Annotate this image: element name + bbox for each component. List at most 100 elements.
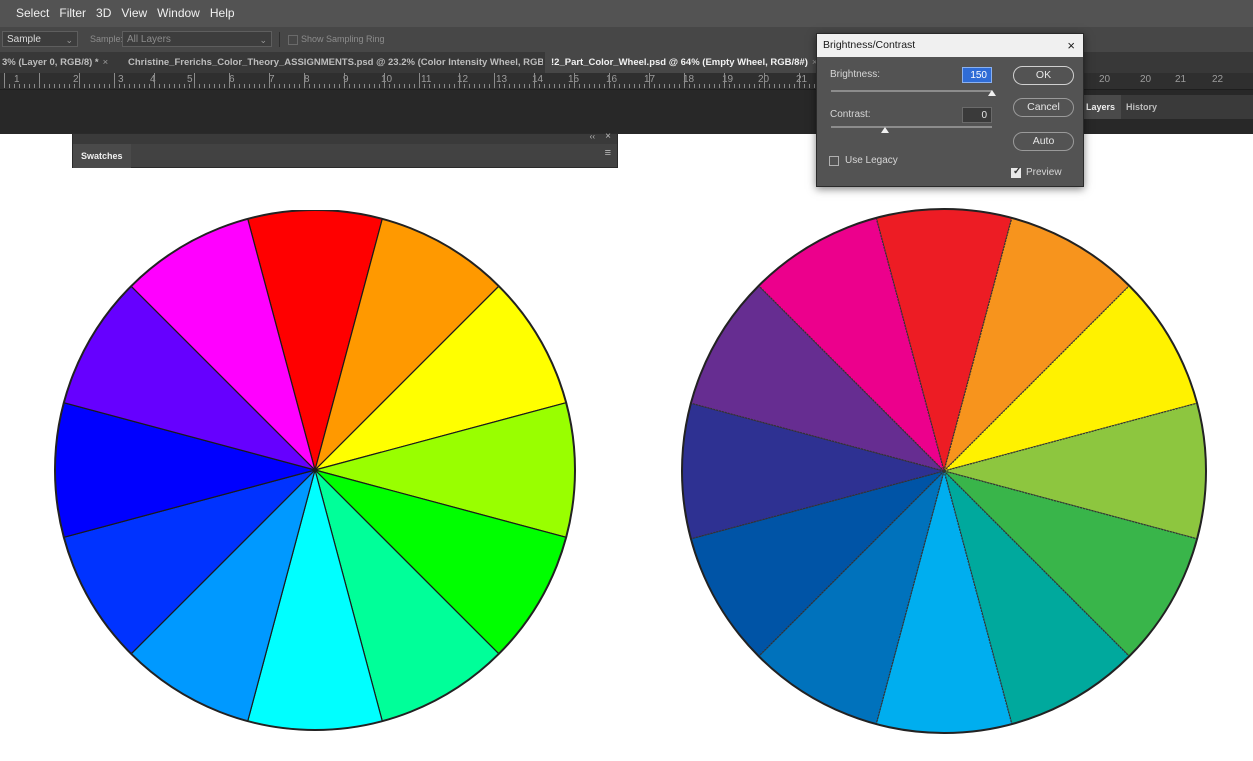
ruler-tick <box>669 84 670 88</box>
ruler-tick <box>489 84 490 88</box>
ruler-tick <box>104 84 105 88</box>
ruler-tick <box>659 84 660 88</box>
ruler-tick <box>569 84 570 88</box>
ruler-tick <box>119 84 120 88</box>
sampling-ring-checkbox[interactable] <box>288 35 298 45</box>
swatches-panel: ‹‹ × Swatches ≡ <box>72 131 618 168</box>
ruler-tick <box>719 84 720 88</box>
ruler-tick <box>724 73 725 88</box>
preview-label: Preview <box>1026 167 1062 178</box>
menu-view[interactable]: View <box>116 0 152 27</box>
panel-header: ‹‹ × <box>73 131 617 144</box>
ruler-tick <box>549 84 550 88</box>
tab-layers[interactable]: Layers <box>1080 95 1122 119</box>
ruler-tick <box>389 84 390 88</box>
ruler-tick <box>769 84 770 88</box>
ruler-tick <box>199 84 200 88</box>
ruler-tick <box>179 84 180 88</box>
close-icon[interactable]: × <box>1067 34 1075 57</box>
ruler-tick <box>9 84 10 88</box>
tab-label: !2_Part_Color_Wheel.psd @ 64% (Empty Whe… <box>551 57 808 68</box>
ruler-tick <box>114 73 115 88</box>
ruler-tick <box>299 84 300 88</box>
contrast-slider-track[interactable] <box>831 126 992 128</box>
ruler-tick <box>564 84 565 88</box>
menu-window[interactable]: Window <box>152 0 205 27</box>
ruler-tick <box>34 84 35 88</box>
menu-help[interactable]: Help <box>205 0 240 27</box>
ruler-tick <box>319 84 320 88</box>
close-icon[interactable]: × <box>605 131 611 142</box>
ruler-tick <box>804 84 805 88</box>
cancel-button[interactable]: Cancel <box>1013 98 1074 117</box>
ruler-number: 10 <box>381 74 393 85</box>
sample-size-value: Sample <box>7 34 41 45</box>
ruler-tick <box>234 84 235 88</box>
ruler-tick <box>219 84 220 88</box>
dialog-title-bar[interactable]: Brightness/Contrast × <box>817 34 1083 57</box>
ruler-tick <box>174 84 175 88</box>
ruler-tick <box>399 84 400 88</box>
ruler-tick <box>499 84 500 88</box>
ruler-tick <box>779 84 780 88</box>
ruler-tick <box>304 73 305 88</box>
checkmark-icon: ✓ <box>1013 166 1022 177</box>
ruler-tick <box>19 84 20 88</box>
ok-button[interactable]: OK <box>1013 66 1074 85</box>
ruler-tick <box>679 84 680 88</box>
use-legacy-checkbox[interactable] <box>829 156 839 166</box>
auto-button[interactable]: Auto <box>1013 132 1074 151</box>
ruler-tick <box>704 84 705 88</box>
ruler-tick <box>614 84 615 88</box>
ruler-tick <box>294 84 295 88</box>
ruler-tick <box>784 84 785 88</box>
ruler-tick <box>689 84 690 88</box>
ruler-tick <box>169 84 170 88</box>
brightness-slider-track[interactable] <box>831 90 992 92</box>
sample-size-select[interactable]: Sample ⌄ <box>2 31 78 47</box>
collapse-icon[interactable]: ‹‹ <box>590 132 595 141</box>
brightness-input[interactable]: 150 <box>962 67 992 83</box>
menu-3d[interactable]: 3D <box>91 0 116 27</box>
ruler-tick <box>129 84 130 88</box>
contrast-slider-knob[interactable] <box>880 127 889 133</box>
color-wheel-left[interactable] <box>35 210 595 740</box>
ruler-tick <box>494 73 495 88</box>
color-wheel-right[interactable] <box>662 201 1226 741</box>
ruler-tick <box>634 84 635 88</box>
sample-label: Sample: <box>90 34 124 44</box>
sample-layers-select[interactable]: All Layers ⌄ <box>122 31 272 47</box>
menu-select[interactable]: Select <box>0 0 54 27</box>
ruler-tick <box>729 84 730 88</box>
preview-checkbox[interactable]: ✓ <box>1011 166 1022 178</box>
ruler-tick <box>364 84 365 88</box>
ruler-tick <box>349 84 350 88</box>
ruler-tick <box>79 73 80 88</box>
tab-assignments[interactable]: Christine_Frerichs_Color_Theory_ASSIGNME… <box>128 52 543 73</box>
brightness-label: Brightness: <box>830 69 881 80</box>
tab-color-wheel[interactable]: !2_Part_Color_Wheel.psd @ 64% (Empty Whe… <box>545 52 816 73</box>
ruler-tick <box>194 73 195 88</box>
ruler-tick <box>29 84 30 88</box>
ruler-tick <box>264 84 265 88</box>
ruler-number: 20 <box>1140 74 1152 85</box>
brightness-slider-knob[interactable] <box>988 90 996 96</box>
ruler-tick <box>664 84 665 88</box>
tab-swatches[interactable]: Swatches <box>73 144 131 168</box>
tab-history[interactable]: History <box>1120 95 1163 119</box>
contrast-input[interactable]: 0 <box>962 107 992 123</box>
chevron-down-icon: ⌄ <box>259 35 267 45</box>
ruler-tick <box>504 84 505 88</box>
ruler-tick <box>809 84 810 88</box>
tab-layer0[interactable]: 3% (Layer 0, RGB/8) * × <box>2 52 116 73</box>
ruler-tick <box>279 84 280 88</box>
ruler-tick <box>814 84 815 88</box>
ruler-tick <box>284 84 285 88</box>
ruler-tick <box>44 84 45 88</box>
ruler-tick <box>99 84 100 88</box>
ruler-tick <box>599 84 600 88</box>
menu-filter[interactable]: Filter <box>54 0 91 27</box>
close-icon[interactable]: × <box>103 57 109 68</box>
ruler-tick <box>559 84 560 88</box>
panel-menu-icon[interactable]: ≡ <box>605 147 611 159</box>
